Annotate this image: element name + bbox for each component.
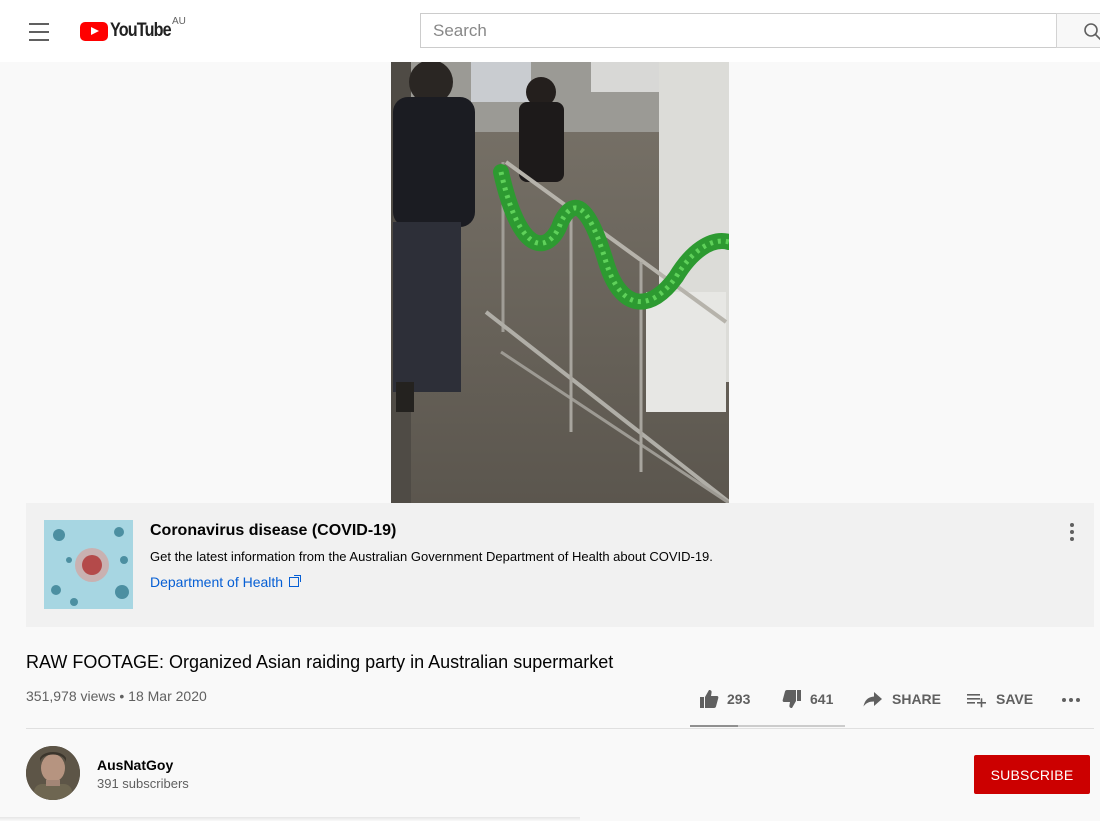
region-code: AU [172, 16, 186, 27]
share-label: SHARE [892, 691, 942, 707]
share-button[interactable]: SHARE [862, 688, 941, 710]
dislike-button[interactable]: 641 [782, 688, 833, 710]
youtube-play-icon [80, 21, 108, 41]
save-button[interactable]: SAVE [966, 688, 1033, 710]
like-button[interactable]: 293 [699, 688, 750, 710]
external-link-icon [289, 575, 302, 587]
video-frame[interactable] [391, 62, 729, 503]
search-icon [1084, 23, 1100, 41]
masthead: YouTube AU [0, 0, 1100, 62]
thumbs-down-icon [782, 690, 801, 708]
department-of-health-link[interactable]: Department of Health [150, 574, 302, 590]
search-input[interactable] [420, 13, 1057, 48]
more-horizontal-icon [1062, 698, 1080, 702]
sentiment-bar-fill [690, 725, 739, 727]
video-still-image [391, 62, 729, 503]
bottom-shadow [0, 817, 580, 821]
search-button[interactable] [1056, 13, 1100, 48]
video-player [0, 62, 1100, 503]
info-panel-title: Coronavirus disease (COVID-19) [150, 522, 397, 539]
subscribe-button[interactable]: SUBSCRIBE [974, 755, 1090, 794]
covid-info-panel: Coronavirus disease (COVID-19) Get the l… [26, 503, 1094, 627]
info-panel-description: Get the latest information from the Aust… [150, 549, 713, 564]
like-dislike-sentiment-bar [690, 725, 845, 727]
thumbs-up-icon [700, 690, 719, 708]
add-to-playlist-icon [967, 694, 986, 708]
divider [26, 728, 1094, 729]
subscriber-count: 391 subscribers [97, 776, 189, 791]
save-label: SAVE [996, 691, 1034, 707]
logo-text: YouTube [110, 20, 172, 41]
youtube-logo[interactable]: YouTube AU [80, 16, 186, 43]
channel-avatar[interactable] [26, 746, 80, 800]
more-options-icon[interactable] [1066, 521, 1078, 545]
virus-image [44, 520, 133, 609]
info-link-label: Department of Health [150, 574, 284, 590]
hamburger-menu-icon[interactable] [22, 17, 56, 47]
more-actions-button[interactable] [1061, 688, 1091, 710]
video-views-date: 351,978 views • 18 Mar 2020 [26, 688, 207, 704]
dislike-count: 641 [810, 691, 834, 707]
share-icon [863, 692, 882, 707]
video-title: RAW FOOTAGE: Organized Asian raiding par… [26, 652, 614, 672]
like-count: 293 [727, 691, 751, 707]
channel-name[interactable]: AusNatGoy [97, 757, 173, 773]
